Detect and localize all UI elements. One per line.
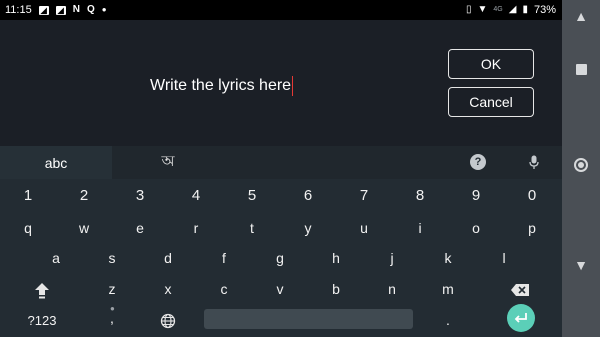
key-m[interactable]: m <box>420 273 476 306</box>
mic-hint-icon: ● <box>110 304 115 313</box>
period-key[interactable]: . <box>420 304 476 337</box>
key-w[interactable]: w <box>56 212 112 245</box>
key-8[interactable]: 8 <box>392 179 448 212</box>
key-x[interactable]: x <box>140 273 196 306</box>
enter-key[interactable] <box>507 304 535 332</box>
key-o[interactable]: o <box>448 212 504 245</box>
key-e[interactable]: e <box>112 212 168 245</box>
key-4[interactable]: 4 <box>168 179 224 212</box>
key-a[interactable]: a <box>28 242 84 275</box>
microphone-icon[interactable] <box>526 154 542 170</box>
key-6[interactable]: 6 <box>280 179 336 212</box>
comma-key[interactable]: , ● <box>84 304 140 337</box>
navigation-bar: ▲ ▼ <box>562 0 600 337</box>
ok-button[interactable]: OK <box>448 49 534 79</box>
photo-icon: ◢ <box>38 5 49 15</box>
key-l[interactable]: l <box>476 242 532 275</box>
key-b[interactable]: b <box>308 273 364 306</box>
tab-bengali[interactable]: অ <box>112 146 224 179</box>
tab-abc-label: abc <box>44 154 68 171</box>
globe-icon <box>160 314 176 329</box>
lyrics-input[interactable]: Write the lyrics here <box>150 76 294 96</box>
key-5[interactable]: 5 <box>224 179 280 212</box>
shift-key[interactable] <box>14 273 70 306</box>
cancel-button[interactable]: Cancel <box>448 87 534 117</box>
wifi-icon: ▼ <box>477 4 488 15</box>
q-row: q w e r t y u i o p <box>0 212 562 245</box>
key-v[interactable]: v <box>252 273 308 306</box>
battery-icon: ▮ <box>522 4 528 15</box>
key-7[interactable]: 7 <box>336 179 392 212</box>
a-row: a s d f g h j k l <box>0 242 562 275</box>
key-d[interactable]: d <box>140 242 196 275</box>
key-s[interactable]: s <box>84 242 140 275</box>
key-i[interactable]: i <box>392 212 448 245</box>
key-1[interactable]: 1 <box>0 179 56 212</box>
keyboard-toolbar: abc অ ? <box>0 146 562 179</box>
up-icon[interactable]: ▲ <box>572 8 590 24</box>
key-g[interactable]: g <box>252 242 308 275</box>
space-bar[interactable] <box>204 309 413 329</box>
key-c[interactable]: c <box>196 273 252 306</box>
key-0[interactable]: 0 <box>504 179 560 212</box>
signal-icon: ◢ <box>508 4 517 15</box>
lyrics-input-text: Write the lyrics here <box>150 77 292 95</box>
bottom-row: ?123 , ● . <box>0 304 562 337</box>
n-icon: N <box>72 4 80 15</box>
status-bar: 11:15 ◢ ◢ N Q ● ▯ ▼ 4G ◢ ▮ 73% <box>0 0 562 20</box>
key-t[interactable]: t <box>224 212 280 245</box>
network-type: 4G <box>493 6 503 13</box>
text-caret <box>292 76 294 96</box>
help-icon[interactable]: ? <box>470 154 486 170</box>
key-2[interactable]: 2 <box>56 179 112 212</box>
dot-icon: ● <box>101 5 107 14</box>
key-y[interactable]: y <box>280 212 336 245</box>
status-time: 11:15 <box>5 4 32 16</box>
globe-key[interactable] <box>140 304 196 337</box>
key-n[interactable]: n <box>364 273 420 306</box>
symbols-key[interactable]: ?123 <box>14 304 70 337</box>
tab-bengali-label: অ <box>161 153 175 170</box>
tab-abc[interactable]: abc <box>0 146 112 179</box>
recents-icon[interactable] <box>572 64 590 75</box>
key-r[interactable]: r <box>168 212 224 245</box>
key-f[interactable]: f <box>196 242 252 275</box>
key-k[interactable]: k <box>420 242 476 275</box>
battery-percent: 73% <box>533 4 556 16</box>
digit-row: 1 2 3 4 5 6 7 8 9 0 <box>0 179 562 212</box>
vibrate-icon: ▯ <box>465 4 472 15</box>
z-row: z x c v b n m <box>0 273 562 306</box>
back-icon[interactable]: ▼ <box>572 257 590 273</box>
key-9[interactable]: 9 <box>448 179 504 212</box>
backspace-key[interactable] <box>492 273 548 306</box>
home-icon[interactable] <box>572 158 590 172</box>
enter-icon <box>514 313 527 323</box>
q-icon: Q <box>86 4 95 15</box>
key-3[interactable]: 3 <box>112 179 168 212</box>
key-h[interactable]: h <box>308 242 364 275</box>
soft-keyboard: abc অ ? 1 2 3 4 5 6 7 8 9 0 q w e r t y <box>0 146 562 337</box>
key-q[interactable]: q <box>0 212 56 245</box>
key-u[interactable]: u <box>336 212 392 245</box>
key-p[interactable]: p <box>504 212 560 245</box>
photo-icon: ◢ <box>55 5 66 15</box>
key-j[interactable]: j <box>364 242 420 275</box>
